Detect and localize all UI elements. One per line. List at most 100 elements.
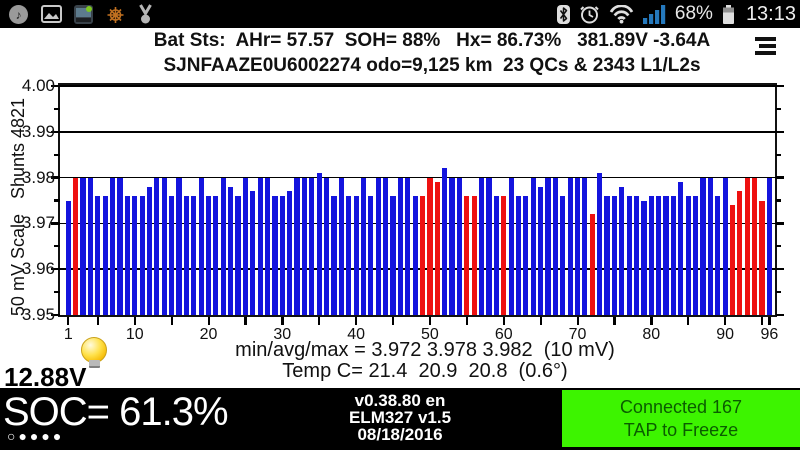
elm-version: ELM327 v1.5 xyxy=(290,409,510,426)
cell-bar xyxy=(88,178,93,315)
cell-bar xyxy=(405,178,410,315)
cell-bar xyxy=(435,182,440,315)
y-axis-tick xyxy=(776,314,784,316)
cell-bar xyxy=(346,196,351,315)
cell-bar xyxy=(125,196,130,315)
x-axis-tick xyxy=(171,317,173,325)
min-avg-max-line: min/avg/max = 3.972 3.978 3.982 (10 mV) xyxy=(60,340,790,361)
cell-voltage-chart[interactable]: 50 mV Scale Shunts 4821 3.953.963.973.98… xyxy=(0,0,800,450)
cell-bar xyxy=(427,178,432,315)
x-axis-tick xyxy=(134,317,136,325)
connection-status: Connected 167 xyxy=(562,396,800,419)
x-axis-tick xyxy=(724,317,726,325)
cell-bar xyxy=(501,196,506,315)
cell-bar xyxy=(472,196,477,315)
cell-bar xyxy=(737,191,742,315)
cell-bar xyxy=(730,205,735,315)
y-axis-tick xyxy=(776,245,781,247)
cell-bar xyxy=(103,196,108,315)
cell-bar xyxy=(464,196,469,315)
y-axis-tick xyxy=(776,176,784,178)
temperature-line: Temp C= 21.4 20.9 20.8 (0.6°) xyxy=(60,361,790,382)
cell-bar xyxy=(767,178,772,315)
y-axis-tick xyxy=(776,108,781,110)
cell-bar xyxy=(752,178,757,315)
y-axis-tick xyxy=(776,199,781,201)
cell-bar xyxy=(117,178,122,315)
cell-bar xyxy=(213,196,218,315)
cell-bar xyxy=(413,196,418,315)
cell-bar xyxy=(258,178,263,315)
y-tick-label: 3.95 xyxy=(0,305,55,325)
cell-bar xyxy=(634,196,639,315)
connection-freeze-button[interactable]: Connected 167 TAP to Freeze xyxy=(562,390,800,447)
cell-bar xyxy=(176,178,181,315)
cell-bar xyxy=(649,196,654,315)
cell-bar xyxy=(745,178,750,315)
cell-bar xyxy=(280,196,285,315)
cell-bar xyxy=(494,196,499,315)
y-tick-label: 3.96 xyxy=(0,259,55,279)
x-axis-tick xyxy=(466,317,468,325)
cell-bar xyxy=(693,196,698,315)
y-axis-tick xyxy=(776,154,781,156)
x-axis-tick xyxy=(687,317,689,325)
app-version: v0.38.80 en xyxy=(290,392,510,409)
build-date: 08/18/2016 xyxy=(290,426,510,443)
cell-bar xyxy=(442,168,447,315)
cell-bar xyxy=(162,178,167,315)
cell-bar xyxy=(604,196,609,315)
cell-bar xyxy=(390,196,395,315)
cell-bar xyxy=(398,178,403,315)
cell-bar xyxy=(132,196,137,315)
y-axis-tick xyxy=(776,131,784,133)
cell-bar xyxy=(294,178,299,315)
y-axis-tick xyxy=(54,245,60,247)
cell-bar xyxy=(715,196,720,315)
cell-bar xyxy=(457,178,462,315)
x-axis-tick xyxy=(208,317,210,325)
cell-bar xyxy=(553,178,558,315)
cell-bar xyxy=(759,201,764,316)
cell-bar xyxy=(568,178,573,315)
cell-bar xyxy=(619,187,624,315)
cell-bar xyxy=(582,178,587,315)
y-tick-label: 3.99 xyxy=(0,122,55,142)
cell-bar xyxy=(184,196,189,315)
gridline xyxy=(60,85,776,87)
cell-bar xyxy=(627,196,632,315)
x-axis-tick xyxy=(503,317,505,325)
x-axis-tick xyxy=(761,317,763,325)
chart-stats: min/avg/max = 3.972 3.978 3.982 (10 mV) … xyxy=(60,340,790,382)
cell-bar xyxy=(708,178,713,315)
x-axis-tick xyxy=(244,317,246,325)
cell-bar xyxy=(250,191,255,315)
cell-bar xyxy=(309,178,314,315)
cell-bar xyxy=(612,196,617,315)
cell-bar xyxy=(516,196,521,315)
cell-bar xyxy=(243,178,248,315)
x-axis-tick xyxy=(768,317,770,325)
cell-bar xyxy=(420,196,425,315)
cell-bar xyxy=(169,196,174,315)
cell-bar xyxy=(221,178,226,315)
y-axis-tick xyxy=(776,268,784,270)
y-tick-label: 3.98 xyxy=(0,168,55,188)
cell-bar xyxy=(368,196,373,315)
cell-bar xyxy=(663,196,668,315)
cell-bar xyxy=(383,178,388,315)
cell-bar xyxy=(339,178,344,315)
cell-bar xyxy=(331,196,336,315)
cell-bar xyxy=(486,178,491,315)
cell-bar xyxy=(324,178,329,315)
y-axis-tick xyxy=(776,85,784,87)
cell-bar xyxy=(140,196,145,315)
cell-bar xyxy=(641,201,646,316)
cell-bar xyxy=(361,178,366,315)
x-axis-tick xyxy=(97,317,99,325)
cell-bar xyxy=(678,182,683,315)
y-axis-tick xyxy=(54,291,60,293)
cell-bar xyxy=(597,173,602,315)
y-axis-tick xyxy=(776,222,784,224)
cell-bar xyxy=(354,196,359,315)
